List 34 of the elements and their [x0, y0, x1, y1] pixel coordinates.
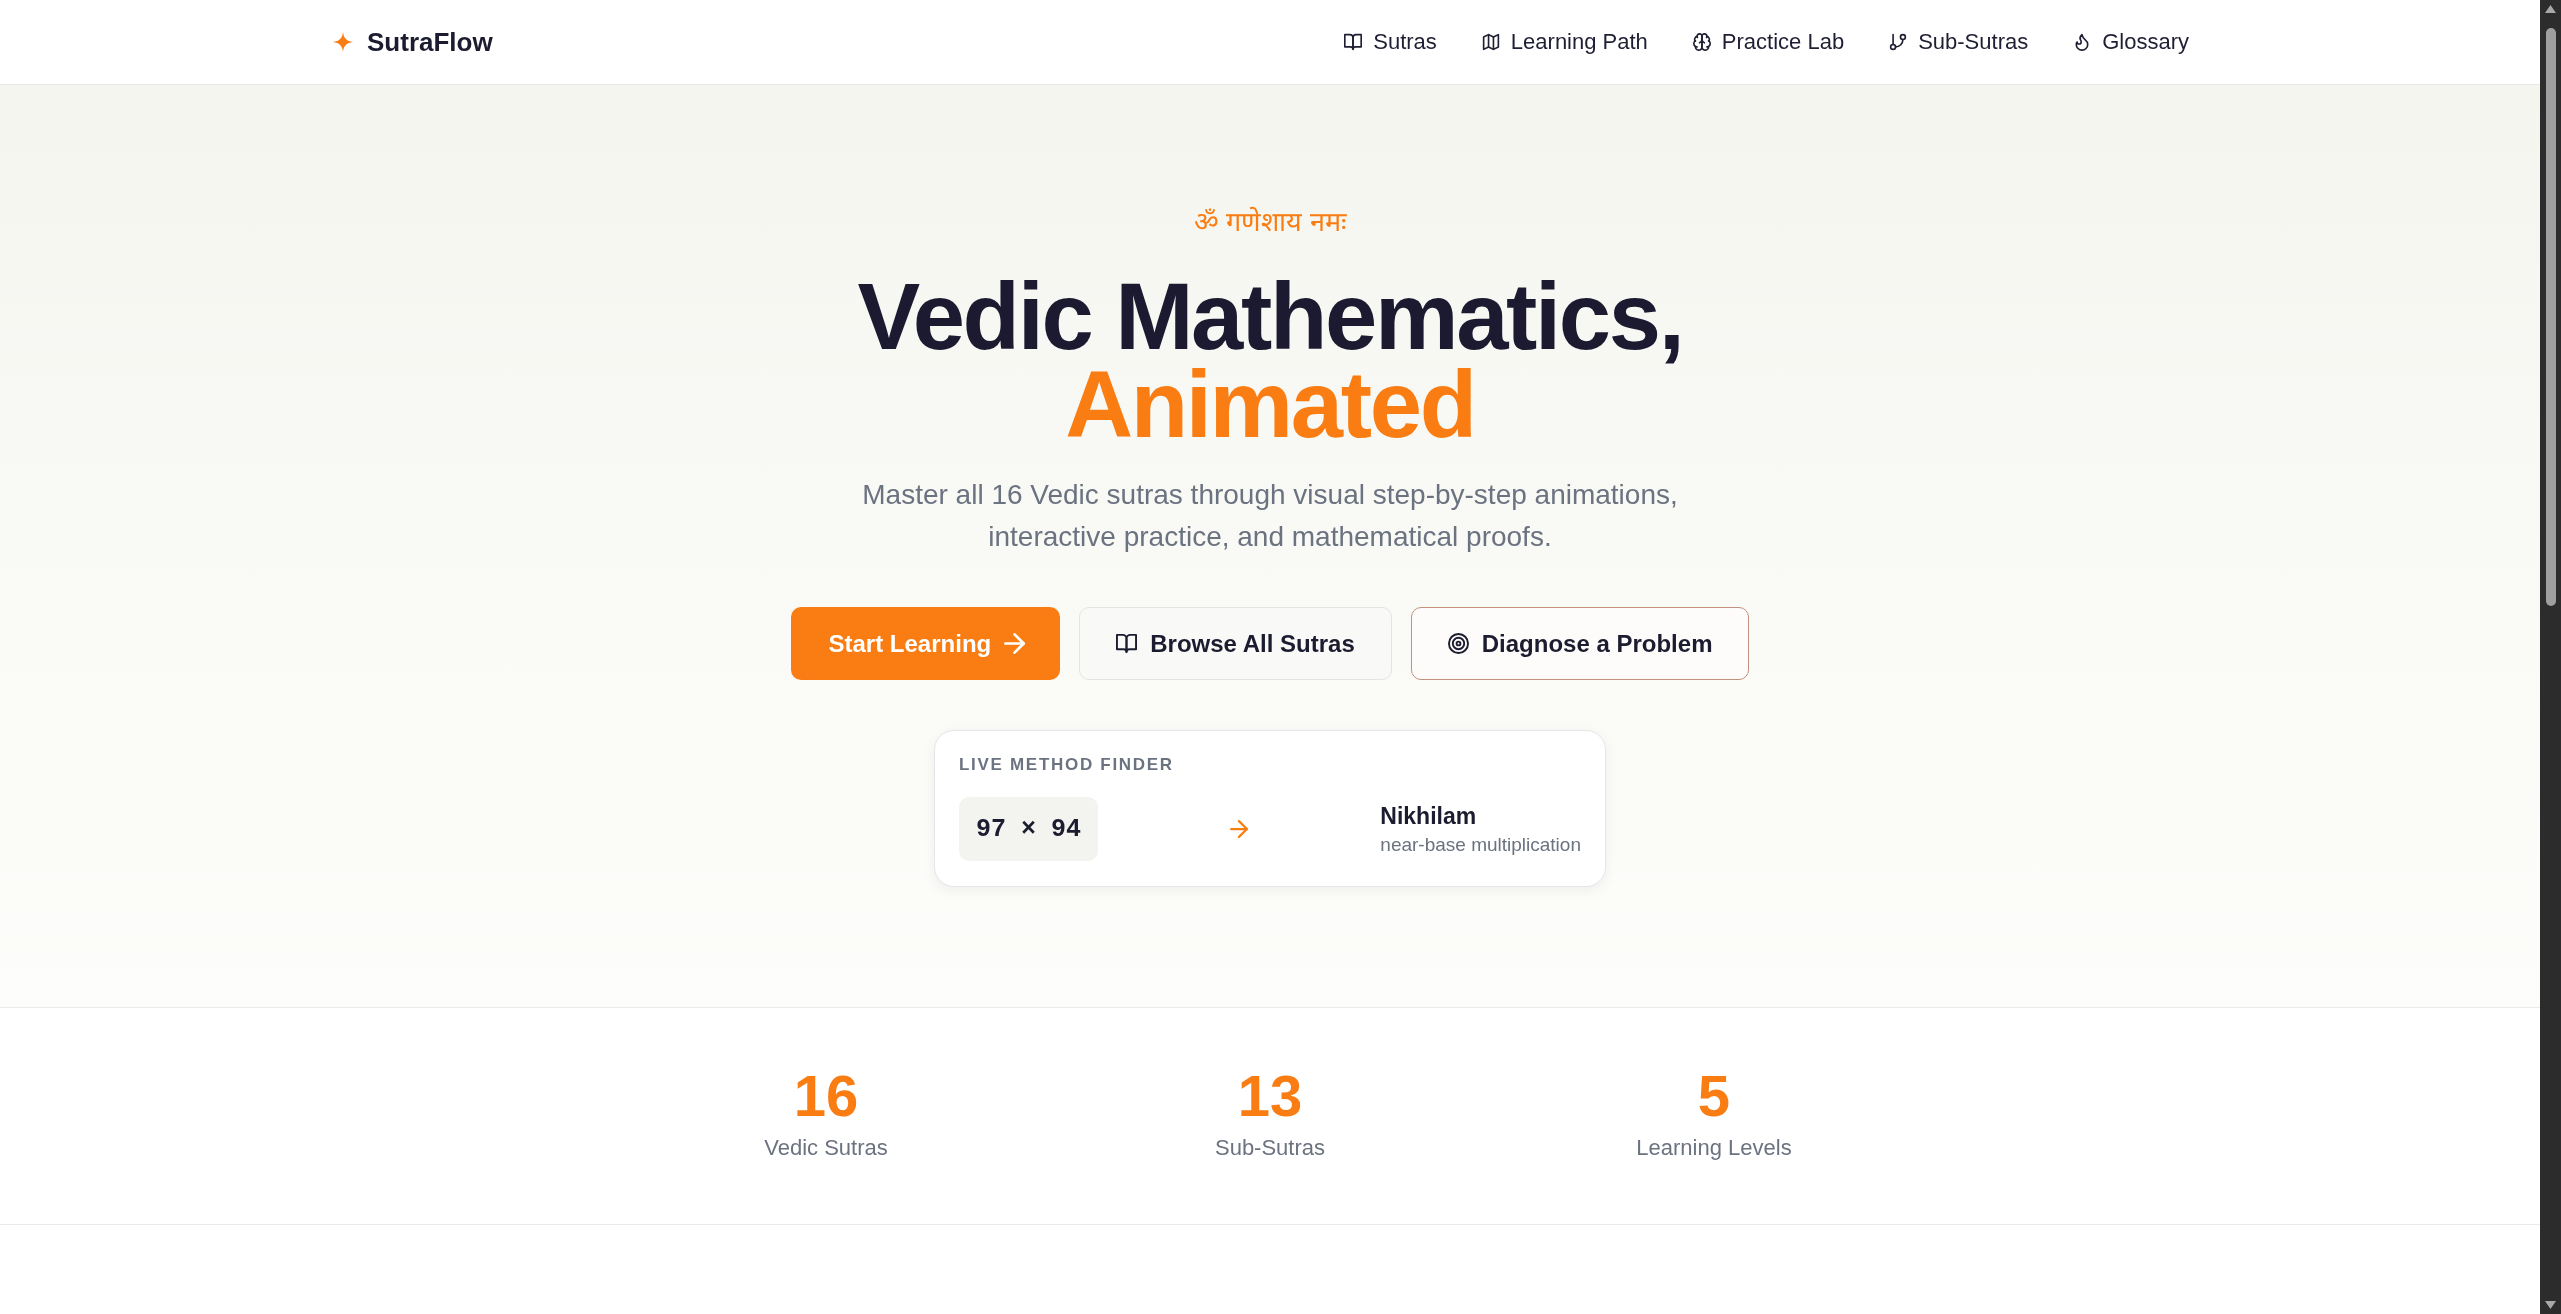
stat-value: 13	[1237, 1064, 1303, 1128]
book-icon	[1344, 33, 1363, 51]
target-icon	[1447, 633, 1469, 654]
branch-icon	[1889, 33, 1908, 51]
scrollbar-thumb[interactable]	[2545, 28, 2556, 606]
scrollbar[interactable]	[2540, 0, 2561, 1314]
stat-label: Vedic Sutras	[764, 1134, 888, 1162]
problem-expression: 97 × 94	[959, 797, 1099, 861]
finder-heading: LIVE METHOD FINDER	[959, 755, 1175, 775]
nav-link[interactable]: Sutras	[1344, 29, 1437, 55]
hero-title-highlight: Animated	[1065, 361, 1475, 449]
logo-text[interactable]: SutraFlow	[367, 26, 493, 58]
stat-value: 5	[1697, 1064, 1731, 1128]
book-icon	[1116, 633, 1138, 654]
scroll-up-icon[interactable]	[2545, 5, 2556, 13]
nav-link[interactable]: Learning Path	[1481, 29, 1648, 55]
cta-button[interactable]: Diagnose a Problem	[1410, 607, 1750, 680]
sanskrit-invocation: ॐ गणेशाय नमः	[1194, 205, 1346, 239]
hero-subtitle: Master all 16 Vedic sutras through visual step-by-step animations, interactive practice, and mathematical proofs.	[861, 478, 1679, 554]
map-icon	[1481, 33, 1500, 51]
method-name: Nikhilam	[1380, 801, 1478, 830]
stat-value: 16	[793, 1064, 859, 1128]
flame-icon	[2073, 33, 2092, 51]
nav-link[interactable]: Practice Lab	[1692, 29, 1845, 55]
scroll-down-icon[interactable]	[2545, 1301, 2556, 1309]
sparkle-icon	[333, 32, 353, 52]
nav-link[interactable]: Glossary	[2073, 29, 2189, 55]
stat-label: Learning Levels	[1636, 1134, 1792, 1162]
brain-icon	[1692, 33, 1711, 51]
stat-label: Sub-Sutras	[1214, 1134, 1326, 1162]
method-description: near-base multiplication	[1380, 832, 1581, 857]
cta-button[interactable]: Browse All Sutras	[1079, 607, 1392, 680]
arrow-right-icon	[1230, 820, 1249, 838]
nav-link[interactable]: Sub-Sutras	[1889, 29, 2029, 55]
